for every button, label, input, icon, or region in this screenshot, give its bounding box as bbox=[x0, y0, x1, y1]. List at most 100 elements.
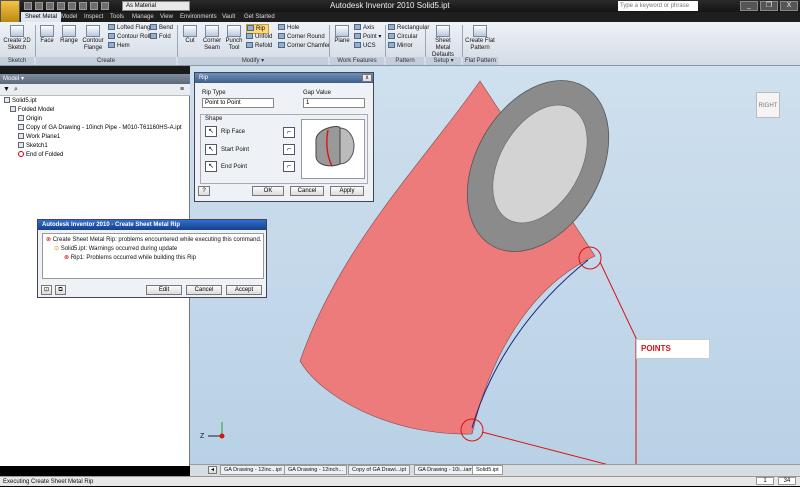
save-icon[interactable] bbox=[46, 2, 54, 10]
bend-button[interactable]: Bend bbox=[150, 24, 173, 32]
fold-icon bbox=[150, 33, 157, 40]
doc-tab[interactable]: GA Drawing - 10i...iam bbox=[414, 465, 478, 475]
error-cancel-button[interactable]: Cancel bbox=[186, 285, 222, 295]
cut-button[interactable]: Cut bbox=[180, 25, 200, 45]
warning-line: ⊙ Solid5.ipt: Warnings occurred during u… bbox=[54, 246, 178, 252]
tree-item[interactable]: End of Folded bbox=[18, 151, 63, 160]
gap-value-input[interactable]: 1 bbox=[303, 98, 365, 108]
material-select[interactable]: As Material bbox=[122, 1, 190, 11]
edit-button[interactable]: Edit bbox=[146, 285, 182, 295]
error-dialog-title: Autodesk Inventor 2010 - Create Sheet Me… bbox=[38, 220, 266, 230]
create-flat-pattern-button[interactable]: Create Flat Pattern bbox=[464, 25, 496, 52]
circular-pattern-icon bbox=[388, 33, 395, 40]
tab-inspect[interactable]: Inspect bbox=[80, 12, 107, 22]
rip-face-label: Rip Face bbox=[221, 129, 246, 135]
select-icon[interactable] bbox=[90, 2, 98, 10]
mirror-button[interactable]: Mirror bbox=[388, 42, 413, 50]
update-icon[interactable] bbox=[101, 2, 109, 10]
contour-flange-button[interactable]: Contour Flange bbox=[81, 25, 105, 52]
axis-button[interactable]: Axis bbox=[354, 24, 374, 32]
ok-button[interactable]: OK bbox=[252, 186, 284, 196]
rip-option-2-icon[interactable]: ⌐ bbox=[283, 144, 295, 155]
search-input[interactable]: Type a keyword or phrase bbox=[618, 1, 698, 11]
application-menu-button[interactable] bbox=[0, 0, 20, 24]
apply-button[interactable]: Apply bbox=[330, 186, 364, 196]
fold-button[interactable]: Fold bbox=[150, 33, 171, 41]
doc-tab-active[interactable]: Solid5.ipt bbox=[472, 465, 503, 475]
start-point-select-icon[interactable]: ↖ bbox=[205, 144, 217, 155]
ucs-button[interactable]: UCS bbox=[354, 42, 376, 50]
expand-all-icon[interactable]: ⊡ bbox=[41, 285, 52, 295]
open-icon[interactable] bbox=[35, 2, 43, 10]
new-icon[interactable] bbox=[24, 2, 32, 10]
cancel-button[interactable]: Cancel bbox=[290, 186, 324, 196]
status-count-1: 1 bbox=[756, 477, 774, 485]
tree-item[interactable]: Solid5.ipt bbox=[4, 97, 37, 106]
viewcube[interactable]: RIGHT bbox=[756, 92, 780, 118]
undo-icon[interactable] bbox=[57, 2, 65, 10]
lofted-flange-button[interactable]: Lofted Flange bbox=[108, 24, 154, 32]
rip-face-select-icon[interactable]: ↖ bbox=[205, 126, 217, 137]
doc-tab[interactable]: GA Drawing - 12inch... bbox=[284, 465, 348, 475]
help-icon[interactable]: ? bbox=[198, 186, 210, 196]
panel-label-create: Create bbox=[36, 57, 176, 65]
redo-icon[interactable] bbox=[68, 2, 76, 10]
tab-sheet-metal[interactable]: Sheet Metal bbox=[21, 12, 62, 22]
tree-item[interactable]: Copy of GA Drawing - 10inch Pipe - M010-… bbox=[18, 124, 182, 133]
folded-model-icon bbox=[10, 106, 16, 113]
mirror-icon bbox=[388, 42, 395, 49]
tree-item[interactable]: Work Plane1 bbox=[18, 133, 60, 142]
doc-tab[interactable]: Copy of GA Drawi...ipt bbox=[348, 465, 411, 475]
rip-dialog-close-button[interactable]: x bbox=[362, 74, 372, 82]
divider bbox=[329, 25, 330, 57]
plane-button[interactable]: Plane bbox=[332, 25, 352, 45]
restore-button[interactable]: ❐ bbox=[760, 1, 778, 11]
minimize-button[interactable]: _ bbox=[740, 1, 758, 11]
find-icon[interactable]: ⌕ bbox=[14, 86, 18, 94]
tree-item[interactable]: Sketch1 bbox=[18, 142, 48, 151]
gap-value-label: Gap Value bbox=[303, 90, 331, 96]
tab-environments[interactable]: Environments bbox=[176, 12, 221, 22]
tab-vault[interactable]: Vault bbox=[218, 12, 239, 22]
unfold-button[interactable]: Unfold bbox=[246, 33, 272, 41]
accept-button[interactable]: Accept bbox=[226, 285, 262, 295]
range-button[interactable]: Range bbox=[58, 25, 80, 45]
create-2d-sketch-button[interactable]: Create 2D Sketch bbox=[3, 25, 31, 52]
rectangular-pattern-button[interactable]: Rectangular bbox=[388, 24, 429, 32]
rip-type-select[interactable]: Point to Point bbox=[202, 98, 274, 108]
sheet-metal-defaults-button[interactable]: Sheet Metal Defaults bbox=[427, 25, 459, 59]
tab-view[interactable]: View bbox=[156, 12, 177, 22]
hem-button[interactable]: Hem bbox=[108, 42, 130, 50]
expand-icon[interactable]: ≡ bbox=[180, 86, 184, 93]
point-button[interactable]: Point ▾ bbox=[354, 33, 381, 41]
close-button[interactable]: X bbox=[780, 1, 798, 11]
refold-button[interactable]: Refold bbox=[246, 42, 272, 50]
rip-option-1-icon[interactable]: ⌐ bbox=[283, 127, 295, 138]
browser-header[interactable]: Model ▾ bbox=[0, 74, 190, 84]
tab-manage[interactable]: Manage bbox=[128, 12, 158, 22]
hem-icon bbox=[108, 42, 115, 49]
face-button[interactable]: Face bbox=[37, 25, 57, 45]
tree-item[interactable]: Origin bbox=[18, 115, 42, 124]
rip-option-3-icon[interactable]: ⌐ bbox=[283, 161, 295, 172]
filter-icon[interactable]: ▼ bbox=[3, 86, 10, 93]
end-point-select-icon[interactable]: ↖ bbox=[205, 161, 217, 172]
tabs-left-icon[interactable]: ◂ bbox=[208, 466, 217, 474]
tree-item[interactable]: Folded Model bbox=[10, 106, 54, 115]
contour-roll-button[interactable]: Contour Roll bbox=[108, 33, 150, 41]
tab-get-started[interactable]: Get Started bbox=[240, 12, 279, 22]
tab-tools[interactable]: Tools bbox=[106, 12, 128, 22]
lofted-flange-icon bbox=[108, 24, 115, 31]
corner-seam-button[interactable]: Corner Seam bbox=[201, 25, 223, 52]
tab-model[interactable]: Model bbox=[57, 12, 81, 22]
circular-pattern-button[interactable]: Circular bbox=[388, 33, 418, 41]
punch-tool-button[interactable]: Punch Tool bbox=[224, 25, 244, 52]
corner-chamfer-icon bbox=[278, 42, 285, 49]
doc-tab[interactable]: GA Drawing - 12inc...ipt bbox=[220, 465, 286, 475]
copy-icon[interactable]: ⧉ bbox=[55, 285, 66, 295]
corner-chamfer-button[interactable]: Corner Chamfer bbox=[278, 42, 330, 50]
hole-button[interactable]: Hole bbox=[278, 24, 299, 32]
home-icon[interactable] bbox=[79, 2, 87, 10]
contour-flange-icon bbox=[86, 25, 100, 37]
corner-round-button[interactable]: Corner Round bbox=[278, 33, 325, 41]
